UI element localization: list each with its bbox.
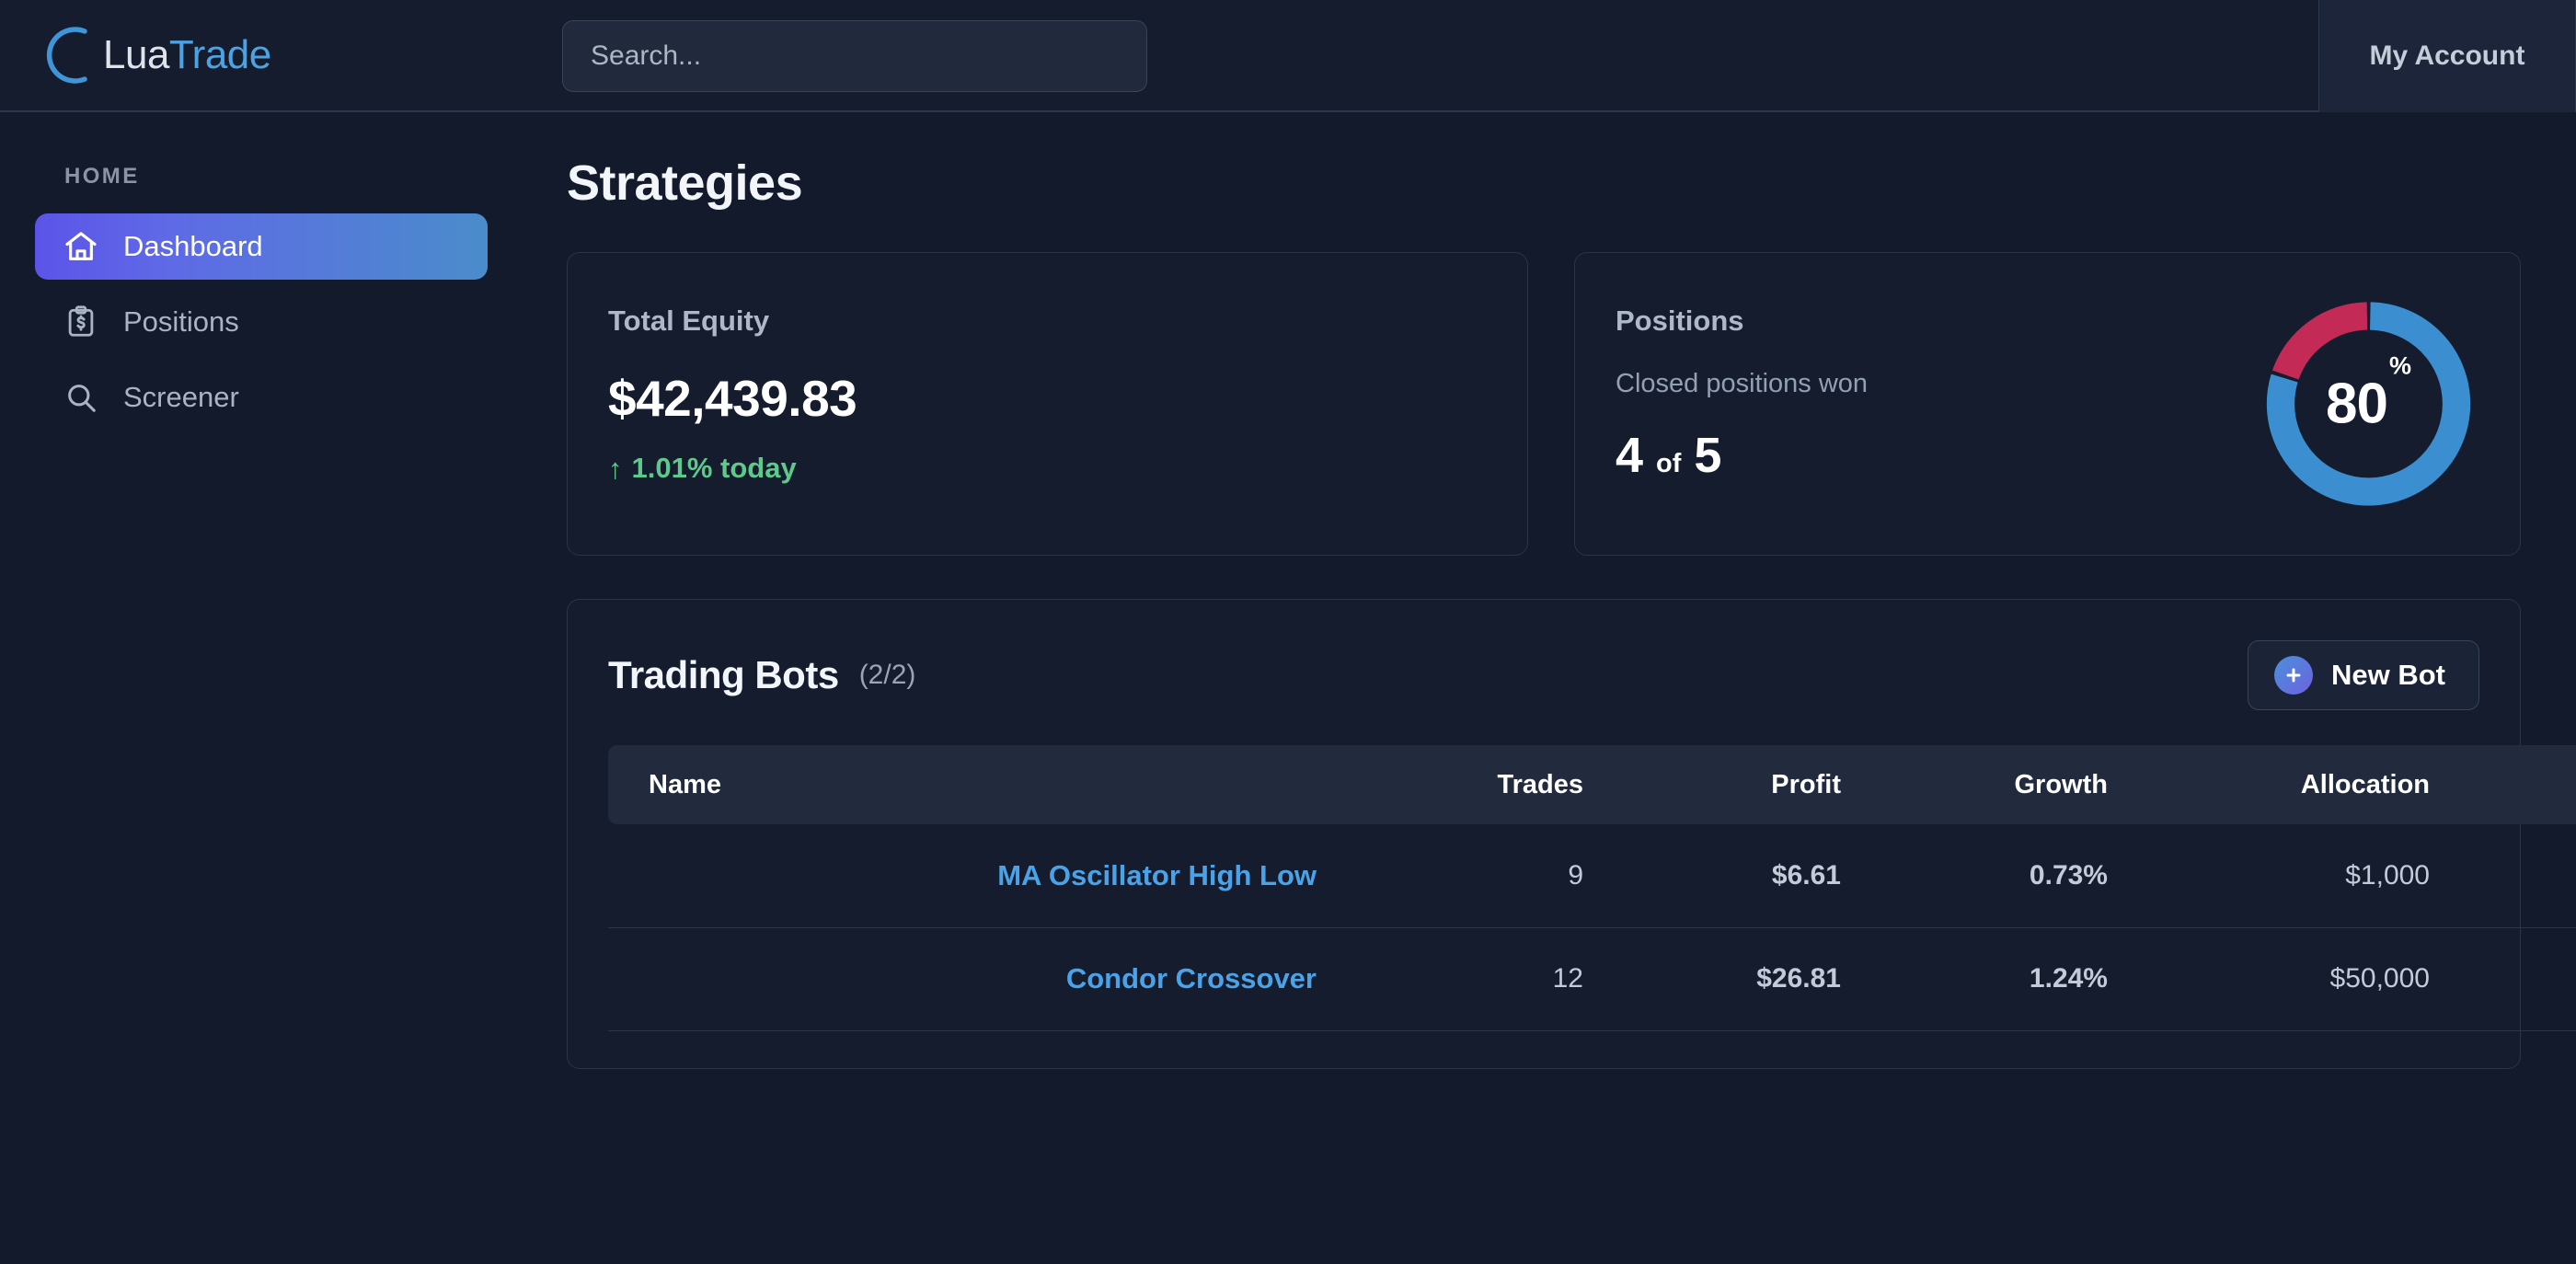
trading-bots-panel: Trading Bots (2/2) New Bot Name Trades [567,599,2521,1069]
brand-name-first: Lua [103,32,169,77]
new-bot-button[interactable]: New Bot [2248,640,2479,710]
trading-bots-title: Trading Bots [608,653,839,697]
total-equity-value: $42,439.83 [608,369,1527,428]
trading-bots-table: Name Trades Profit Growth Allocation Sta… [608,745,2576,1031]
sidebar-item-screener[interactable]: Screener [35,364,488,431]
cell-profit: $26.81 [1583,927,1841,1030]
cell-growth: 1.24% [1841,927,2108,1030]
top-bar: LuaTrade My Account [0,0,2576,112]
cell-growth: 0.73% [1841,824,2108,927]
total-equity-card: Total Equity $42,439.83 ↑ 1.01% today [567,252,1528,556]
donut-center-label: 80 % [2261,297,2476,511]
column-header-name[interactable]: Name [608,745,1317,824]
column-header-status[interactable]: Status [2430,745,2576,824]
main-content: Strategies Total Equity $42,439.83 ↑ 1.0… [567,112,2576,1264]
new-bot-label: New Bot [2331,659,2445,692]
table-body: MA Oscillator High Low 9 $6.61 0.73% $1,… [608,824,2576,1030]
arrow-up-icon: ↑ [608,454,623,483]
sidebar-item-positions[interactable]: Positions [35,289,488,355]
summary-cards-row: Total Equity $42,439.83 ↑ 1.01% today Po… [567,252,2521,556]
positions-won: 4 [1616,427,1643,484]
table-row: Condor Crossover 12 $26.81 1.24% $50,000… [608,927,2576,1030]
search-box[interactable] [562,20,1147,92]
total-equity-change-text: 1.01% today [632,452,797,485]
plus-circle-icon [2274,656,2313,695]
my-account-label: My Account [2370,40,2525,72]
sidebar-item-label: Screener [123,381,239,414]
bot-name-link[interactable]: MA Oscillator High Low [997,859,1317,891]
bot-name-link[interactable]: Condor Crossover [1066,962,1317,994]
cell-allocation: $1,000 [2108,824,2430,927]
table-header-row: Name Trades Profit Growth Allocation Sta… [608,745,2576,824]
column-header-growth[interactable]: Growth [1841,745,2108,824]
sidebar-item-label: Positions [123,305,239,339]
brand-name: LuaTrade [103,32,271,78]
sidebar-item-dashboard[interactable]: Dashboard [35,213,488,280]
brand-logo-area[interactable]: LuaTrade [40,0,271,110]
table-row: MA Oscillator High Low 9 $6.61 0.73% $1,… [608,824,2576,927]
my-account-button[interactable]: My Account [2318,0,2576,112]
sidebar: HOME Dashboard Positions [0,112,567,1264]
sidebar-item-label: Dashboard [123,230,263,263]
positions-of: of [1656,449,1681,479]
page-title: Strategies [567,155,2521,212]
brand-name-second: Trade [169,32,271,77]
cell-trades: 12 [1317,927,1583,1030]
positions-card: Positions Closed positions won 4 of 5 [1574,252,2521,556]
total-equity-change: ↑ 1.01% today [608,452,1527,485]
cell-bot-name: Condor Crossover [608,927,1317,1030]
column-header-profit[interactable]: Profit [1583,745,1841,824]
donut-value: 80 [2326,372,2387,437]
trading-bots-header: Trading Bots (2/2) New Bot [608,640,2479,710]
cell-profit: $6.61 [1583,824,1841,927]
cell-status: Active [2430,927,2576,1030]
total-equity-label: Total Equity [608,305,1527,338]
column-header-trades[interactable]: Trades [1317,745,1583,824]
trading-bots-count: (2/2) [859,660,916,691]
circle-arc-logo-icon [40,25,101,86]
win-rate-donut-chart: 80 % [2261,297,2476,511]
page-body: HOME Dashboard Positions [0,112,2576,1264]
cell-bot-name: MA Oscillator High Low [608,824,1317,927]
positions-total: 5 [1694,427,1721,484]
cell-allocation: $50,000 [2108,927,2430,1030]
home-icon [61,226,101,267]
table-header: Name Trades Profit Growth Allocation Sta… [608,745,2576,824]
column-header-allocation[interactable]: Allocation [2108,745,2430,824]
clipboard-dollar-icon [61,302,101,342]
donut-unit: % [2389,352,2411,381]
search-input[interactable] [562,20,1147,92]
cell-status: Active [2430,824,2576,927]
sidebar-section-label: HOME [64,164,567,190]
search-icon [61,377,101,418]
cell-trades: 9 [1317,824,1583,927]
